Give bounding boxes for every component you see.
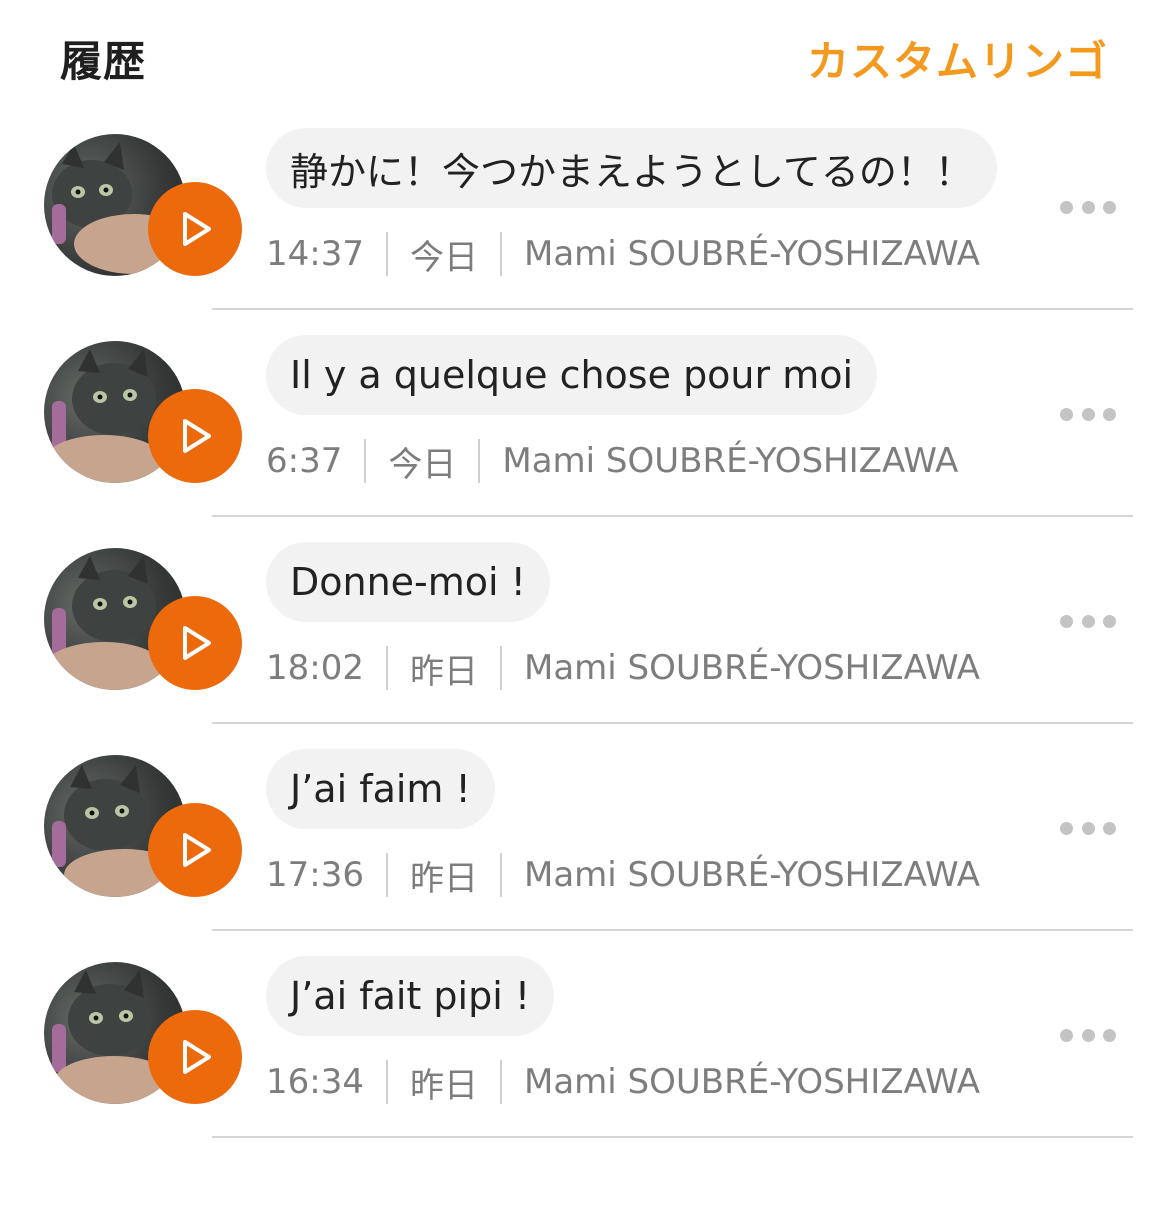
play-button[interactable]	[148, 803, 242, 897]
message-bubble: Donne-moi !	[266, 542, 550, 622]
more-options-icon[interactable]	[1056, 1023, 1120, 1047]
more-options-icon[interactable]	[1056, 402, 1120, 426]
message-bubble: Il y a quelque chose pour moi	[266, 335, 878, 415]
message-sender: Mami SOUBRÉ-YOSHIZAWA	[523, 234, 980, 274]
meta-separator	[385, 1060, 388, 1104]
message-bubble: J’ai faim !	[266, 749, 495, 829]
dot	[1081, 821, 1095, 835]
meta-separator	[478, 439, 481, 483]
dot	[1081, 407, 1095, 421]
dot	[1103, 200, 1116, 214]
meta-separator	[499, 853, 502, 897]
dot	[1103, 407, 1116, 421]
message-sender: Mami SOUBRÉ-YOSHIZAWA	[523, 855, 980, 895]
row-divider	[212, 1136, 1133, 1138]
meta-separator	[385, 646, 388, 690]
history-item[interactable]: 静かに！今つかまえようとしてるの！！ 14:37 今日 Mami SOUBRÉ-…	[0, 103, 1168, 310]
message-time: 18:02	[266, 648, 364, 688]
dot	[1060, 407, 1073, 421]
dot	[1060, 821, 1073, 835]
dot	[1103, 821, 1116, 835]
meta-separator	[499, 1060, 502, 1104]
play-button[interactable]	[148, 182, 242, 276]
message-meta: 16:34 昨日 Mami SOUBRÉ-YOSHIZAWA	[266, 1059, 980, 1106]
meta-separator	[364, 439, 367, 483]
history-item[interactable]: Il y a quelque chose pour moi 6:37 今日 Ma…	[0, 310, 1168, 517]
avatar-group	[44, 962, 244, 1112]
play-icon	[183, 626, 211, 660]
message-meta: 6:37 今日 Mami SOUBRÉ-YOSHIZAWA	[266, 438, 959, 485]
play-button[interactable]	[148, 596, 242, 690]
more-options-icon[interactable]	[1056, 609, 1120, 633]
history-item[interactable]: Donne-moi ! 18:02 昨日 Mami SOUBRÉ-YOSHIZA…	[0, 517, 1168, 724]
dot	[1060, 614, 1073, 628]
message-time: 16:34	[266, 1062, 364, 1102]
dot	[1060, 1028, 1073, 1042]
avatar-group	[44, 341, 244, 491]
more-options-icon[interactable]	[1056, 816, 1120, 840]
play-button[interactable]	[148, 389, 242, 483]
avatar-group	[44, 134, 244, 284]
meta-separator	[499, 232, 502, 276]
history-list: 静かに！今つかまえようとしてるの！！ 14:37 今日 Mami SOUBRÉ-…	[0, 103, 1168, 1138]
dot	[1103, 614, 1116, 628]
page-title: 履歴	[60, 37, 147, 86]
message-day: 昨日	[409, 858, 478, 899]
play-icon	[183, 419, 211, 453]
dot	[1103, 1028, 1116, 1042]
message-time: 6:37	[266, 441, 343, 481]
header: 履歴 カスタムリンゴ	[0, 0, 1168, 110]
message-meta: 14:37 今日 Mami SOUBRÉ-YOSHIZAWA	[266, 231, 980, 278]
message-meta: 17:36 昨日 Mami SOUBRÉ-YOSHIZAWA	[266, 852, 980, 899]
message-sender: Mami SOUBRÉ-YOSHIZAWA	[523, 1062, 980, 1102]
message-time: 17:36	[266, 855, 364, 895]
dot	[1081, 1028, 1095, 1042]
meta-separator	[385, 232, 388, 276]
avatar-group	[44, 755, 244, 905]
avatar-group	[44, 548, 244, 698]
message-day: 今日	[409, 237, 478, 278]
dot	[1060, 200, 1073, 214]
play-icon	[183, 212, 211, 246]
dot	[1081, 614, 1095, 628]
meta-separator	[499, 646, 502, 690]
message-day: 今日	[388, 444, 457, 485]
message-bubble: 静かに！今つかまえようとしてるの！！	[266, 128, 997, 208]
history-item[interactable]: J’ai fait pipi ! 16:34 昨日 Mami SOUBRÉ-YO…	[0, 931, 1168, 1138]
custom-ringtone-link[interactable]: カスタムリンゴ	[807, 28, 1108, 89]
message-bubble: J’ai fait pipi !	[266, 956, 555, 1036]
message-day: 昨日	[409, 1065, 478, 1106]
dot	[1081, 200, 1095, 214]
message-sender: Mami SOUBRÉ-YOSHIZAWA	[523, 648, 980, 688]
more-options-icon[interactable]	[1056, 195, 1120, 219]
message-sender: Mami SOUBRÉ-YOSHIZAWA	[502, 441, 959, 481]
message-day: 昨日	[409, 651, 478, 692]
play-icon	[183, 833, 211, 867]
meta-separator	[385, 853, 388, 897]
history-item[interactable]: J’ai faim ! 17:36 昨日 Mami SOUBRÉ-YOSHIZA…	[0, 724, 1168, 931]
message-time: 14:37	[266, 234, 364, 274]
message-meta: 18:02 昨日 Mami SOUBRÉ-YOSHIZAWA	[266, 645, 980, 692]
play-button[interactable]	[148, 1010, 242, 1104]
play-icon	[183, 1040, 211, 1074]
